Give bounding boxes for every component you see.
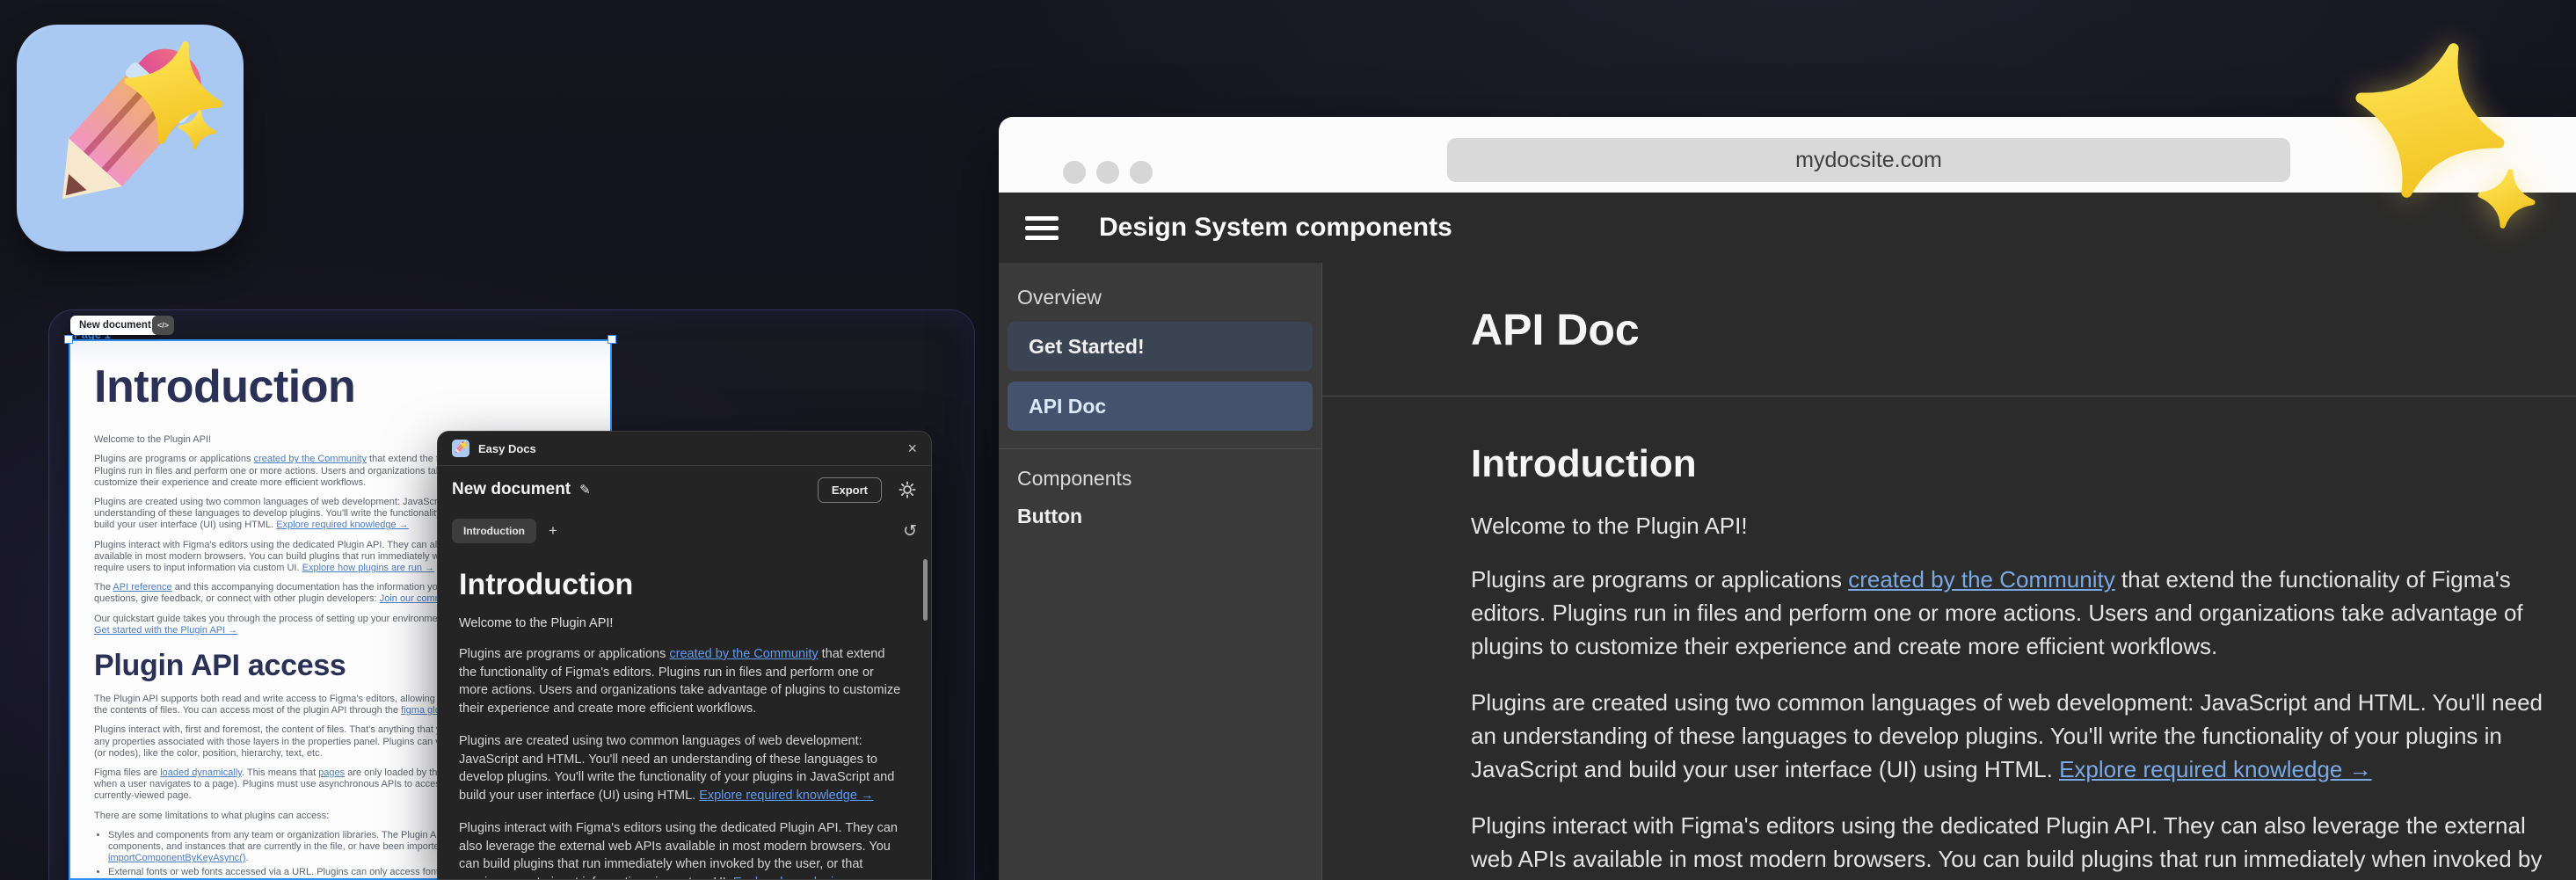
sidebar-section-components: Components bbox=[1017, 467, 1321, 491]
inline-link[interactable]: importComponentByKeyAsync() bbox=[108, 853, 246, 863]
site-body: Overview Get Started! API Doc Components… bbox=[999, 263, 2576, 880]
inline-link[interactable]: pages bbox=[318, 767, 345, 778]
inline-link[interactable]: created by the Community bbox=[1848, 566, 2114, 593]
paragraph: Plugins interact with Figma's editors us… bbox=[459, 819, 905, 880]
easy-docs-mini-icon bbox=[452, 440, 469, 457]
plugin-header: New document ✎ Export bbox=[438, 466, 931, 512]
paragraph: Plugins are created using two common lan… bbox=[459, 732, 905, 804]
inline-link[interactable]: Explore required knowledge → bbox=[276, 520, 408, 530]
tab-introduction[interactable]: Introduction bbox=[452, 519, 536, 543]
inline-link[interactable]: created by the Community bbox=[669, 647, 818, 661]
plugin-titlebar: Easy Docs × bbox=[438, 432, 931, 466]
site-title: Design System components bbox=[1099, 213, 1452, 243]
selection-handle[interactable] bbox=[64, 335, 73, 344]
site-header: Design System components bbox=[999, 193, 2576, 263]
undo-icon[interactable]: ↺ bbox=[903, 521, 917, 541]
traffic-light-close[interactable] bbox=[1063, 161, 1086, 184]
traffic-light-zoom[interactable] bbox=[1130, 161, 1153, 184]
sidebar-item-get-started[interactable]: Get Started! bbox=[1008, 322, 1313, 371]
document-name: New document bbox=[452, 480, 571, 499]
code-toggle-badge[interactable]: </> bbox=[152, 316, 174, 335]
paragraph: Plugins are created using two common lan… bbox=[1471, 686, 2553, 786]
hamburger-menu-icon[interactable] bbox=[1025, 211, 1059, 245]
plugin-title: Easy Docs bbox=[478, 442, 536, 455]
plugin-tab-bar: Introduction + ↺ bbox=[438, 512, 931, 550]
docs-main-content: API Doc Introduction Welcome to the Plug… bbox=[1322, 263, 2576, 880]
marketing-canvas: Page 1 New document </> Introduction Wel… bbox=[0, 0, 2576, 880]
sidebar-section-overview: Overview bbox=[1017, 286, 1321, 309]
inline-link[interactable]: API reference bbox=[113, 582, 171, 593]
frame-name-badge[interactable]: New document bbox=[70, 316, 160, 335]
paragraph: Plugins are programs or applications cre… bbox=[459, 645, 905, 717]
plugin-content: Introduction Welcome to the Plugin API! … bbox=[438, 550, 931, 880]
inline-link[interactable]: loaded dynamically bbox=[160, 767, 242, 778]
sidebar-divider bbox=[999, 448, 1321, 449]
inline-link[interactable]: Get started with the Plugin API → bbox=[94, 625, 237, 636]
paragraph: Plugins are programs or applications cre… bbox=[1471, 563, 2553, 663]
browser-window: mydocsite.com Design System components O… bbox=[999, 117, 2576, 880]
easy-docs-plugin-window: Easy Docs × New document ✎ Export Introd… bbox=[437, 431, 932, 880]
inline-link[interactable]: Explore required knowledge → bbox=[699, 789, 873, 803]
inline-link[interactable]: created by the Community bbox=[254, 454, 367, 464]
plugin-welcome: Welcome to the Plugin API! bbox=[459, 616, 905, 630]
close-icon[interactable]: × bbox=[907, 440, 917, 456]
pencil-sparkle-icon bbox=[17, 25, 244, 251]
edit-name-icon[interactable]: ✎ bbox=[579, 482, 591, 498]
docs-sidebar: Overview Get Started! API Doc Components… bbox=[999, 263, 1322, 880]
plugin-doc-heading: Introduction bbox=[459, 568, 905, 602]
add-tab-button[interactable]: + bbox=[549, 522, 557, 540]
welcome-line: Welcome to the Plugin API! bbox=[1471, 513, 2553, 540]
paragraph: Plugins interact with Figma's editors us… bbox=[1471, 809, 2553, 880]
section-heading: Introduction bbox=[1471, 442, 2553, 486]
sidebar-item-button[interactable]: Button bbox=[1017, 505, 1321, 528]
export-button[interactable]: Export bbox=[818, 477, 882, 503]
doc-title: Introduction bbox=[94, 362, 584, 411]
easy-docs-app-icon bbox=[17, 25, 244, 250]
traffic-light-minimize[interactable] bbox=[1096, 161, 1119, 184]
gear-icon[interactable] bbox=[898, 480, 917, 499]
selection-handle[interactable] bbox=[608, 335, 616, 344]
sidebar-item-api-doc[interactable]: API Doc bbox=[1008, 382, 1313, 431]
page-title: API Doc bbox=[1471, 304, 2553, 355]
url-bar[interactable]: mydocsite.com bbox=[1447, 138, 2290, 182]
scrollbar-thumb[interactable] bbox=[923, 559, 928, 621]
inline-link[interactable]: Explore required knowledge → bbox=[2059, 756, 2372, 782]
browser-chrome: mydocsite.com bbox=[999, 117, 2576, 193]
inline-link[interactable]: Explore how plugins are run → bbox=[302, 563, 434, 573]
